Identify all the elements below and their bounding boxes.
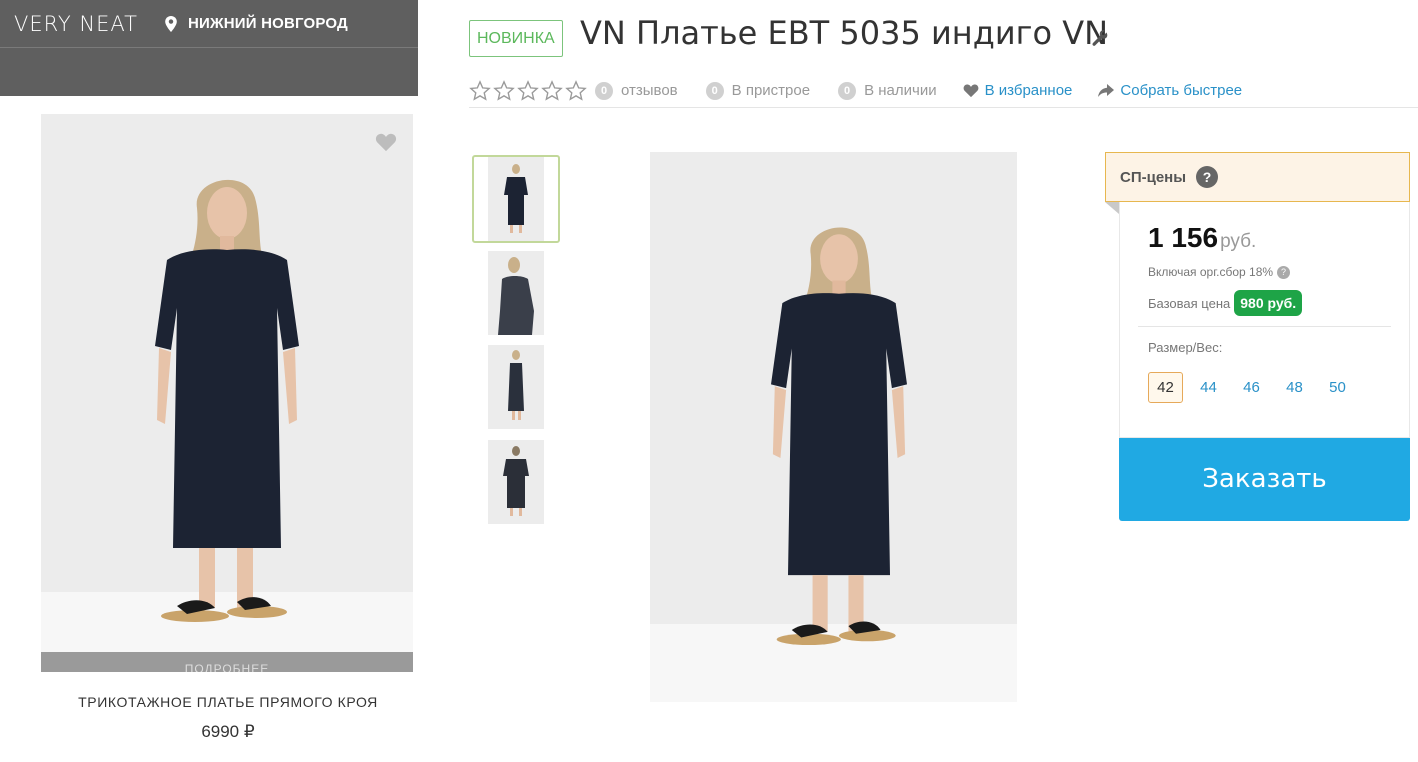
ribbon-fold [1105, 202, 1119, 214]
star-icon[interactable] [565, 79, 587, 102]
new-badge: НОВИНКА [469, 20, 563, 57]
sp-prices-header: СП-цены ? [1105, 152, 1410, 202]
attached-count: 0 [705, 81, 724, 100]
model-figure [771, 227, 907, 646]
gallery-thumbnail-3[interactable] [488, 345, 544, 429]
base-price-row: Базовая цена 980 руб. [1148, 290, 1303, 316]
base-price-label: Базовая цена [1148, 295, 1231, 311]
wrench-icon[interactable] [1092, 30, 1108, 46]
gallery-thumbnail-4[interactable] [488, 440, 544, 524]
add-to-favorites-link[interactable]: В избранное [963, 82, 1073, 99]
more-details-button[interactable]: ПОДРОБНЕЕ [41, 652, 413, 672]
featured-product-title[interactable]: ТРИКОТАЖНОЕ ПЛАТЬЕ ПРЯМОГО КРОЯ [41, 694, 415, 710]
thumbnail-figure [498, 257, 534, 335]
store-logo[interactable]: VERY NEAT [14, 12, 138, 36]
size-option-48[interactable]: 48 [1277, 372, 1312, 403]
stock-status: 0 В наличии [838, 81, 937, 100]
collect-faster-link[interactable]: Собрать быстрее [1098, 82, 1242, 99]
heart-icon [963, 84, 978, 98]
size-selector: 42 44 46 48 50 [1148, 372, 1363, 403]
city-name: НИЖНИЙ НОВГОРОД [187, 15, 348, 32]
divider [1138, 326, 1391, 327]
gallery-thumbnail-2[interactable] [488, 251, 544, 335]
size-option-44[interactable]: 44 [1191, 372, 1226, 403]
thumbnail-figure [503, 446, 529, 516]
sp-prices-title: СП-цены [1120, 168, 1187, 186]
price-panel: 1 156 руб. Включая орг.сбор 18% ? Базовая… [1119, 202, 1410, 438]
price-currency: руб. [1220, 231, 1257, 252]
product-title: VN Платье EBT 5035 индиго VN [580, 14, 1109, 52]
star-icon[interactable] [517, 79, 539, 102]
attached-label: В пристрое [731, 82, 811, 99]
gallery-thumbnail-1[interactable] [472, 155, 560, 243]
reviews-link[interactable]: 0 отзывов [595, 81, 678, 100]
product-meta-bar: 0 отзывов 0 В пристрое 0 В наличии В изб… [469, 74, 1418, 108]
star-icon[interactable] [469, 79, 491, 102]
thumbnail-figure [504, 164, 528, 233]
order-button[interactable]: Заказать [1119, 438, 1410, 521]
location-pin-icon [165, 15, 177, 32]
size-option-46[interactable]: 46 [1234, 372, 1269, 403]
help-icon[interactable]: ? [1196, 166, 1219, 188]
base-price-badge: 980 руб. [1234, 290, 1303, 316]
rating-stars[interactable] [469, 79, 587, 102]
featured-product-price: 6990 ₽ [201, 722, 255, 741]
thumbnail-figure [508, 350, 524, 420]
favorites-label: В избранное [984, 82, 1073, 99]
city-selector[interactable]: НИЖНИЙ НОВГОРОД [164, 15, 348, 32]
fee-note: Включая орг.сбор 18% ? [1148, 265, 1291, 279]
collect-faster-label: Собрать быстрее [1120, 82, 1243, 99]
heart-icon[interactable] [375, 132, 397, 152]
size-option-50[interactable]: 50 [1320, 372, 1355, 403]
fee-help-icon[interactable]: ? [1277, 265, 1291, 279]
main-product-image[interactable] [650, 152, 1017, 702]
size-option-42[interactable]: 42 [1148, 372, 1183, 403]
fee-note-text: Включая орг.сбор 18% [1148, 265, 1274, 279]
share-arrow-icon [1098, 83, 1115, 97]
stock-count: 0 [838, 81, 857, 100]
size-label: Размер/Вес: [1148, 340, 1223, 355]
reviews-count: 0 [595, 81, 613, 100]
store-header: VERY NEAT НИЖНИЙ НОВГОРОД [0, 0, 418, 96]
stock-label: В наличии [864, 82, 937, 99]
reviews-label: отзывов [621, 82, 678, 99]
price-value: 1 156 [1148, 222, 1219, 253]
attached-status: 0 В пристрое [705, 81, 811, 100]
price: 1 156 руб. [1148, 222, 1256, 254]
model-figure [155, 179, 299, 622]
star-icon[interactable] [493, 79, 515, 102]
featured-product-image[interactable]: ПОДРОБНЕЕ [41, 114, 413, 672]
star-icon[interactable] [541, 79, 563, 102]
